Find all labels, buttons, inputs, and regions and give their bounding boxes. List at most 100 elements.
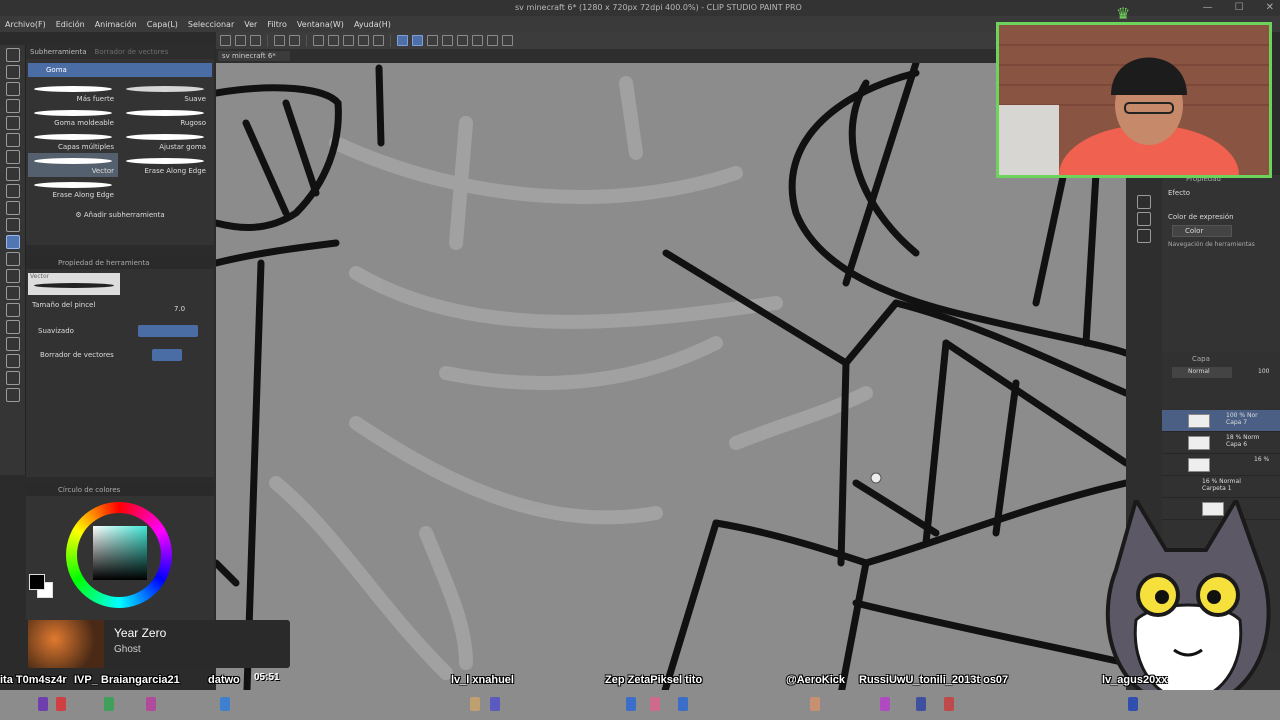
pen-tool-icon[interactable]	[5, 150, 20, 164]
brush-erase-along-edge-2[interactable]: Erase Along Edge	[28, 177, 118, 201]
chat-name: Zep ZetaPiksel tito	[605, 674, 703, 686]
correct-line-tool-icon[interactable]	[5, 388, 20, 402]
text-tool-icon[interactable]	[5, 354, 20, 368]
airbrush-tool-icon[interactable]	[5, 201, 20, 215]
tab-subtool[interactable]: Subherramienta	[30, 48, 87, 56]
vector-eraser-label: Borrador de vectores	[40, 351, 114, 359]
menu-edicion[interactable]: Edición	[51, 20, 90, 29]
expression-color-select[interactable]: Color	[1172, 225, 1232, 237]
brush-suave[interactable]: Suave	[120, 81, 210, 105]
layer-tab[interactable]: Capa	[1192, 355, 1210, 363]
pencil-tool-icon[interactable]	[5, 167, 20, 181]
chat-name: lv_agus20xx	[1102, 674, 1168, 686]
menu-seleccionar[interactable]: Seleccionar	[183, 20, 239, 29]
brush-goma-moldeable[interactable]: Goma moldeable	[28, 105, 118, 129]
tab-vector-eraser[interactable]: Borrador de vectores	[95, 48, 169, 56]
layer-row[interactable]: 16 %	[1162, 454, 1280, 476]
menu-ver[interactable]: Ver	[239, 20, 262, 29]
chat-avatar	[56, 697, 66, 711]
hand-tool-icon[interactable]	[5, 65, 20, 79]
deselect-icon[interactable]	[373, 35, 384, 46]
brush-size-value[interactable]: 7.0	[174, 305, 185, 313]
layer-property-icon[interactable]	[1137, 195, 1151, 209]
figure-tool-icon[interactable]	[5, 303, 20, 317]
redo-icon[interactable]	[289, 35, 300, 46]
layer-row[interactable]: 100 % Nor Capa 7	[1162, 410, 1280, 432]
document-tab-bar: sv minecraft 6*	[216, 49, 1000, 63]
snap-grid-icon[interactable]	[427, 35, 438, 46]
ruler-tool-icon[interactable]	[5, 337, 20, 351]
open-icon[interactable]	[235, 35, 246, 46]
brush-rugoso[interactable]: Rugoso	[120, 105, 210, 129]
layer-name: Carpeta 1	[1202, 485, 1232, 492]
balloon-tool-icon[interactable]	[5, 371, 20, 385]
frame-tool-icon[interactable]	[5, 320, 20, 334]
new-canvas-icon[interactable]	[220, 35, 231, 46]
drawing-canvas[interactable]	[216, 63, 1126, 720]
minimize-button[interactable]: —	[1203, 2, 1213, 13]
brush-tool-icon[interactable]	[5, 184, 20, 198]
menu-archivo[interactable]: Archivo(F)	[0, 20, 51, 29]
eyedropper-tool-icon[interactable]	[5, 133, 20, 147]
crop-icon[interactable]	[358, 35, 369, 46]
layer-search-icon[interactable]	[1137, 212, 1151, 226]
brush-capas-multiples[interactable]: Capas múltiples	[28, 129, 118, 153]
navigator-icon[interactable]	[1137, 229, 1151, 243]
layer-row[interactable]: 18 % Norm Capa 6	[1162, 432, 1280, 454]
menu-filtro[interactable]: Filtro	[262, 20, 292, 29]
vector-eraser-toggle[interactable]	[152, 349, 182, 361]
brush-vector[interactable]: Vector	[28, 153, 118, 177]
blend-mode-select[interactable]: Normal	[1172, 367, 1232, 378]
brush-ajustar-goma[interactable]: Ajustar goma	[120, 129, 210, 153]
gradient-tool-icon[interactable]	[5, 286, 20, 300]
fit-icon[interactable]	[472, 35, 483, 46]
chat-name: lv_l xnahuel	[451, 674, 514, 686]
document-tab[interactable]: sv minecraft 6*	[218, 51, 290, 61]
move-tool-icon[interactable]	[5, 82, 20, 96]
menu-capa[interactable]: Capa(L)	[142, 20, 183, 29]
brush-label: Ajustar goma	[159, 143, 206, 151]
close-button[interactable]: ✕	[1266, 2, 1274, 13]
smoothing-selector[interactable]	[138, 325, 198, 337]
brush-label: Capas múltiples	[57, 143, 114, 151]
add-subtool-button[interactable]: ⚙ Añadir subherramienta	[26, 211, 214, 219]
eraser-tool-icon[interactable]	[5, 235, 20, 249]
preset-preview[interactable]: Vector	[28, 273, 120, 295]
title-bar: sv minecraft 6* (1280 x 720px 72dpi 400.…	[0, 0, 1280, 16]
saturation-square[interactable]	[93, 526, 147, 580]
undo-icon[interactable]	[274, 35, 285, 46]
fill-icon[interactable]	[328, 35, 339, 46]
add-subtool-label: Añadir subherramienta	[83, 211, 165, 219]
menu-ayuda[interactable]: Ayuda(H)	[349, 20, 396, 29]
save-icon[interactable]	[250, 35, 261, 46]
transform-icon[interactable]	[343, 35, 354, 46]
zoom-tool-icon[interactable]	[5, 48, 20, 62]
menu-animacion[interactable]: Animación	[90, 20, 142, 29]
zoom-icon[interactable]	[487, 35, 498, 46]
foreground-color-swatch[interactable]	[29, 574, 45, 590]
folder-row[interactable]: 16 % Normal Carpeta 1	[1162, 476, 1280, 498]
decoration-tool-icon[interactable]	[5, 218, 20, 232]
layer-name: Capa 6	[1226, 441, 1248, 448]
flip-icon[interactable]	[457, 35, 468, 46]
fill-tool-icon[interactable]	[5, 269, 20, 283]
chat-avatar	[810, 697, 820, 711]
chat-avatar	[650, 697, 660, 711]
selection-tool-icon[interactable]	[5, 116, 20, 130]
maximize-button[interactable]: ☐	[1235, 2, 1244, 13]
brush-erase-along-edge[interactable]: Erase Along Edge	[120, 153, 210, 177]
brush-mas-fuerte[interactable]: Más fuerte	[28, 81, 118, 105]
menu-ventana[interactable]: Ventana(W)	[292, 20, 349, 29]
operation-tool-icon[interactable]	[5, 99, 20, 113]
song-artist: Ghost	[114, 644, 141, 655]
now-playing-widget: Year Zero Ghost	[28, 620, 290, 668]
snap-ruler-icon[interactable]	[397, 35, 408, 46]
rotate-icon[interactable]	[442, 35, 453, 46]
hue-ring[interactable]	[66, 502, 172, 608]
settings-icon[interactable]	[502, 35, 513, 46]
clear-icon[interactable]	[313, 35, 324, 46]
layer-opacity-value[interactable]: 100	[1258, 368, 1269, 375]
snap-special-ruler-icon[interactable]	[412, 35, 423, 46]
blend-tool-icon[interactable]	[5, 252, 20, 266]
subtool-group-goma[interactable]: Goma	[28, 63, 212, 77]
